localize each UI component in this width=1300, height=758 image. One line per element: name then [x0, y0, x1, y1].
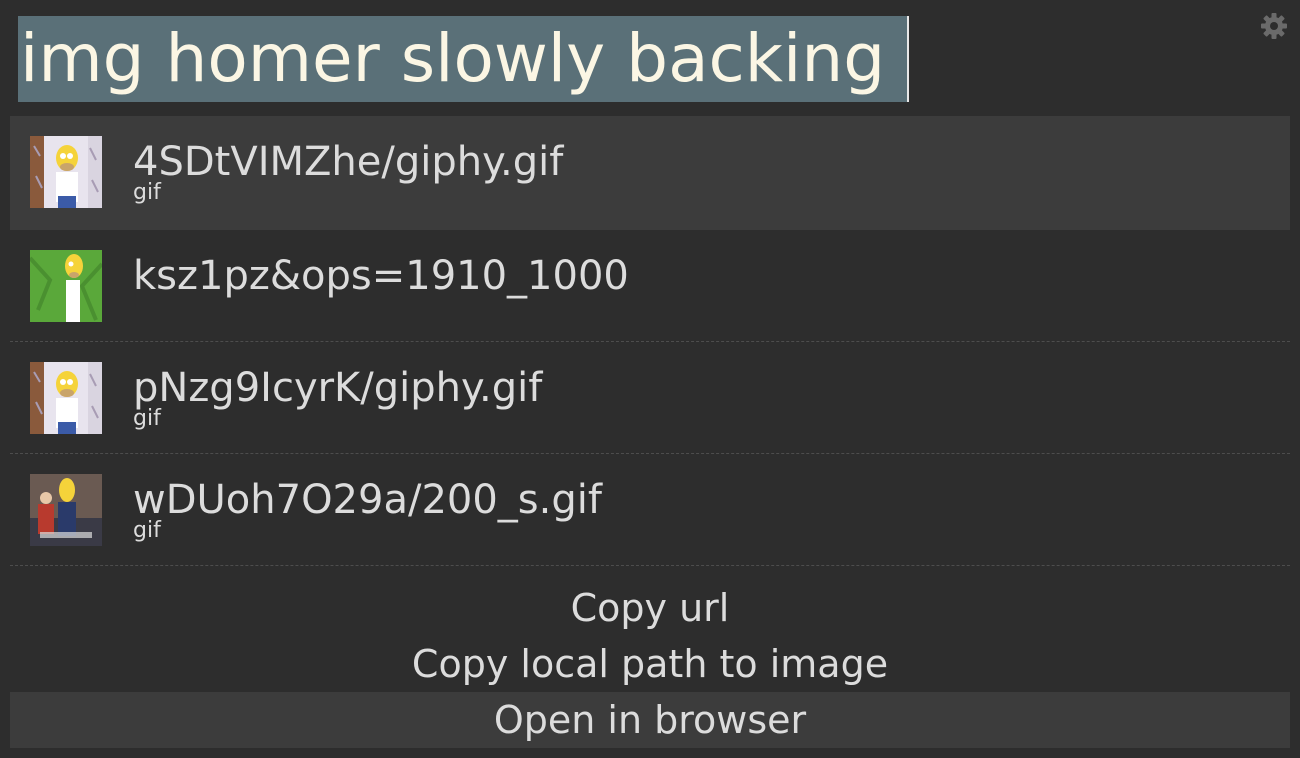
text-caret — [907, 16, 910, 102]
result-thumbnail — [30, 250, 102, 322]
result-subtitle: gif — [133, 518, 161, 543]
result-list: 4SDtVIMZhe/giphy.gif gif ksz1pz&ops=1910… — [10, 116, 1290, 566]
launcher-window: img homer slowly backing 4SDtVIMZhe/giph… — [0, 0, 1300, 758]
open-in-browser-action[interactable]: Open in browser — [10, 692, 1290, 748]
result-item[interactable]: 4SDtVIMZhe/giphy.gif gif — [10, 116, 1290, 230]
result-item[interactable]: ksz1pz&ops=1910_1000 — [10, 230, 1290, 342]
result-title: ksz1pz&ops=1910_1000 — [133, 253, 629, 299]
result-thumbnail — [30, 362, 102, 434]
search-input[interactable]: img homer slowly backing — [18, 16, 908, 102]
action-list: Copy url Copy local path to image Open i… — [10, 580, 1290, 748]
search-bar[interactable]: img homer slowly backing — [18, 16, 910, 102]
gear-icon[interactable] — [1260, 12, 1288, 40]
result-title: pNzg9IcyrK/giphy.gif — [133, 365, 543, 411]
result-thumbnail — [30, 136, 102, 208]
result-item[interactable]: wDUoh7O29a/200_s.gif gif — [10, 454, 1290, 566]
copy-url-action[interactable]: Copy url — [10, 580, 1290, 636]
result-thumbnail — [30, 474, 102, 546]
result-subtitle: gif — [133, 406, 161, 431]
result-title: 4SDtVIMZhe/giphy.gif — [133, 139, 564, 185]
result-title: wDUoh7O29a/200_s.gif — [133, 477, 602, 523]
result-subtitle: gif — [133, 180, 161, 205]
copy-local-path-action[interactable]: Copy local path to image — [10, 636, 1290, 692]
result-item[interactable]: pNzg9IcyrK/giphy.gif gif — [10, 342, 1290, 454]
